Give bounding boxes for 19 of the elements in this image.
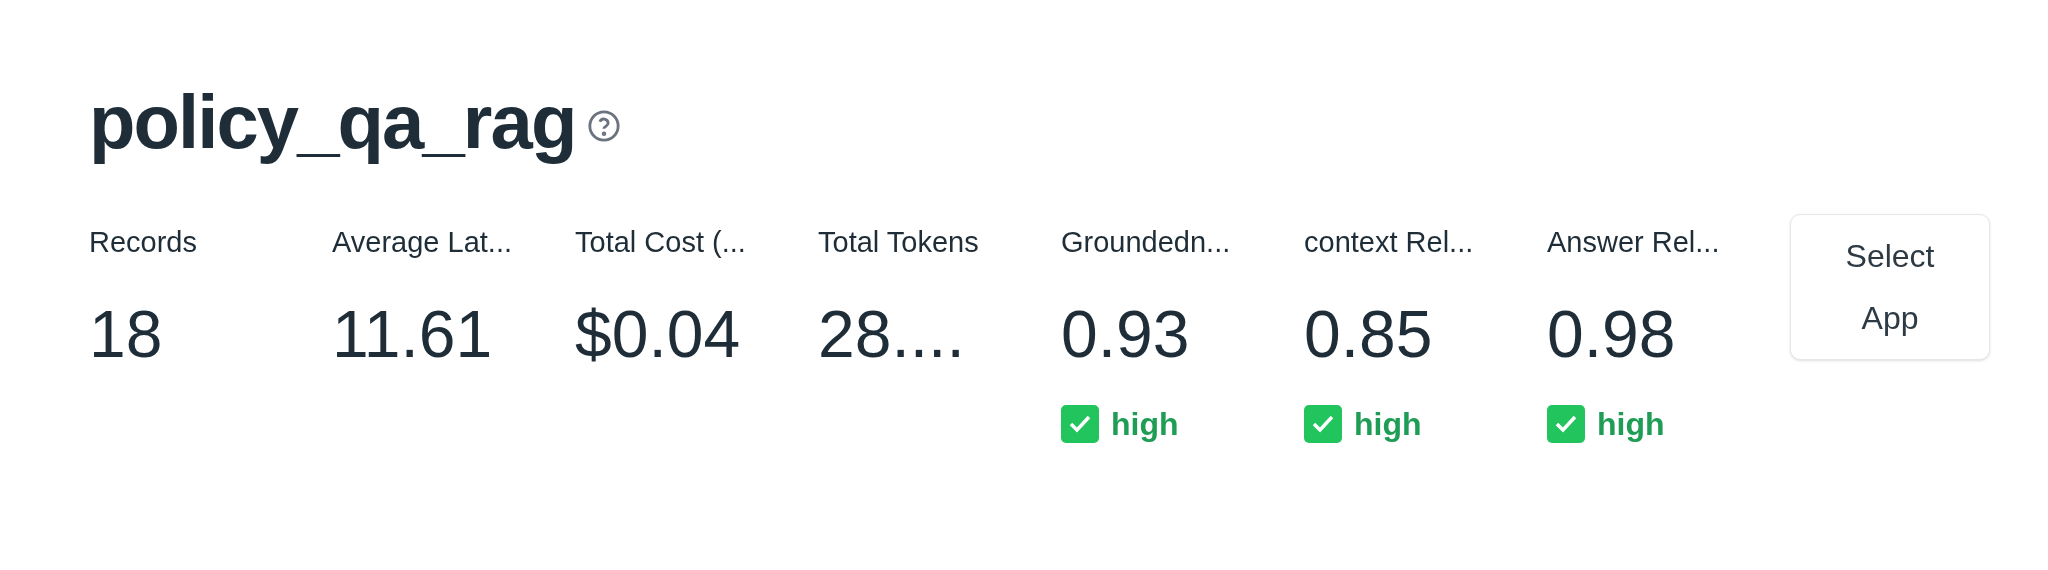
metric-value: $0.04 xyxy=(575,296,741,373)
metric-label: Average Lat... xyxy=(332,225,513,260)
metric-label: Answer Rel... xyxy=(1547,225,1720,260)
help-icon[interactable] xyxy=(587,109,622,143)
metric-value: 0.93 xyxy=(1061,296,1190,373)
metric-label: context Rel... xyxy=(1304,225,1474,260)
metric-label: Groundedn... xyxy=(1061,225,1231,260)
select-app-button[interactable]: Select App xyxy=(1790,214,1990,360)
metric-value: 18 xyxy=(89,296,163,373)
metric-label: Records xyxy=(89,225,197,260)
metric-label: Total Tokens xyxy=(818,225,979,260)
metric-value: 11.61 xyxy=(332,296,493,373)
status-label: high xyxy=(1597,405,1665,444)
metric-value: 0.85 xyxy=(1304,296,1433,373)
status-label: high xyxy=(1111,405,1179,444)
metric-label: Total Cost (... xyxy=(575,225,746,260)
metric-value: 0.98 xyxy=(1547,296,1676,373)
status-label: high xyxy=(1354,405,1422,444)
metric-value: 28.... xyxy=(818,296,965,373)
